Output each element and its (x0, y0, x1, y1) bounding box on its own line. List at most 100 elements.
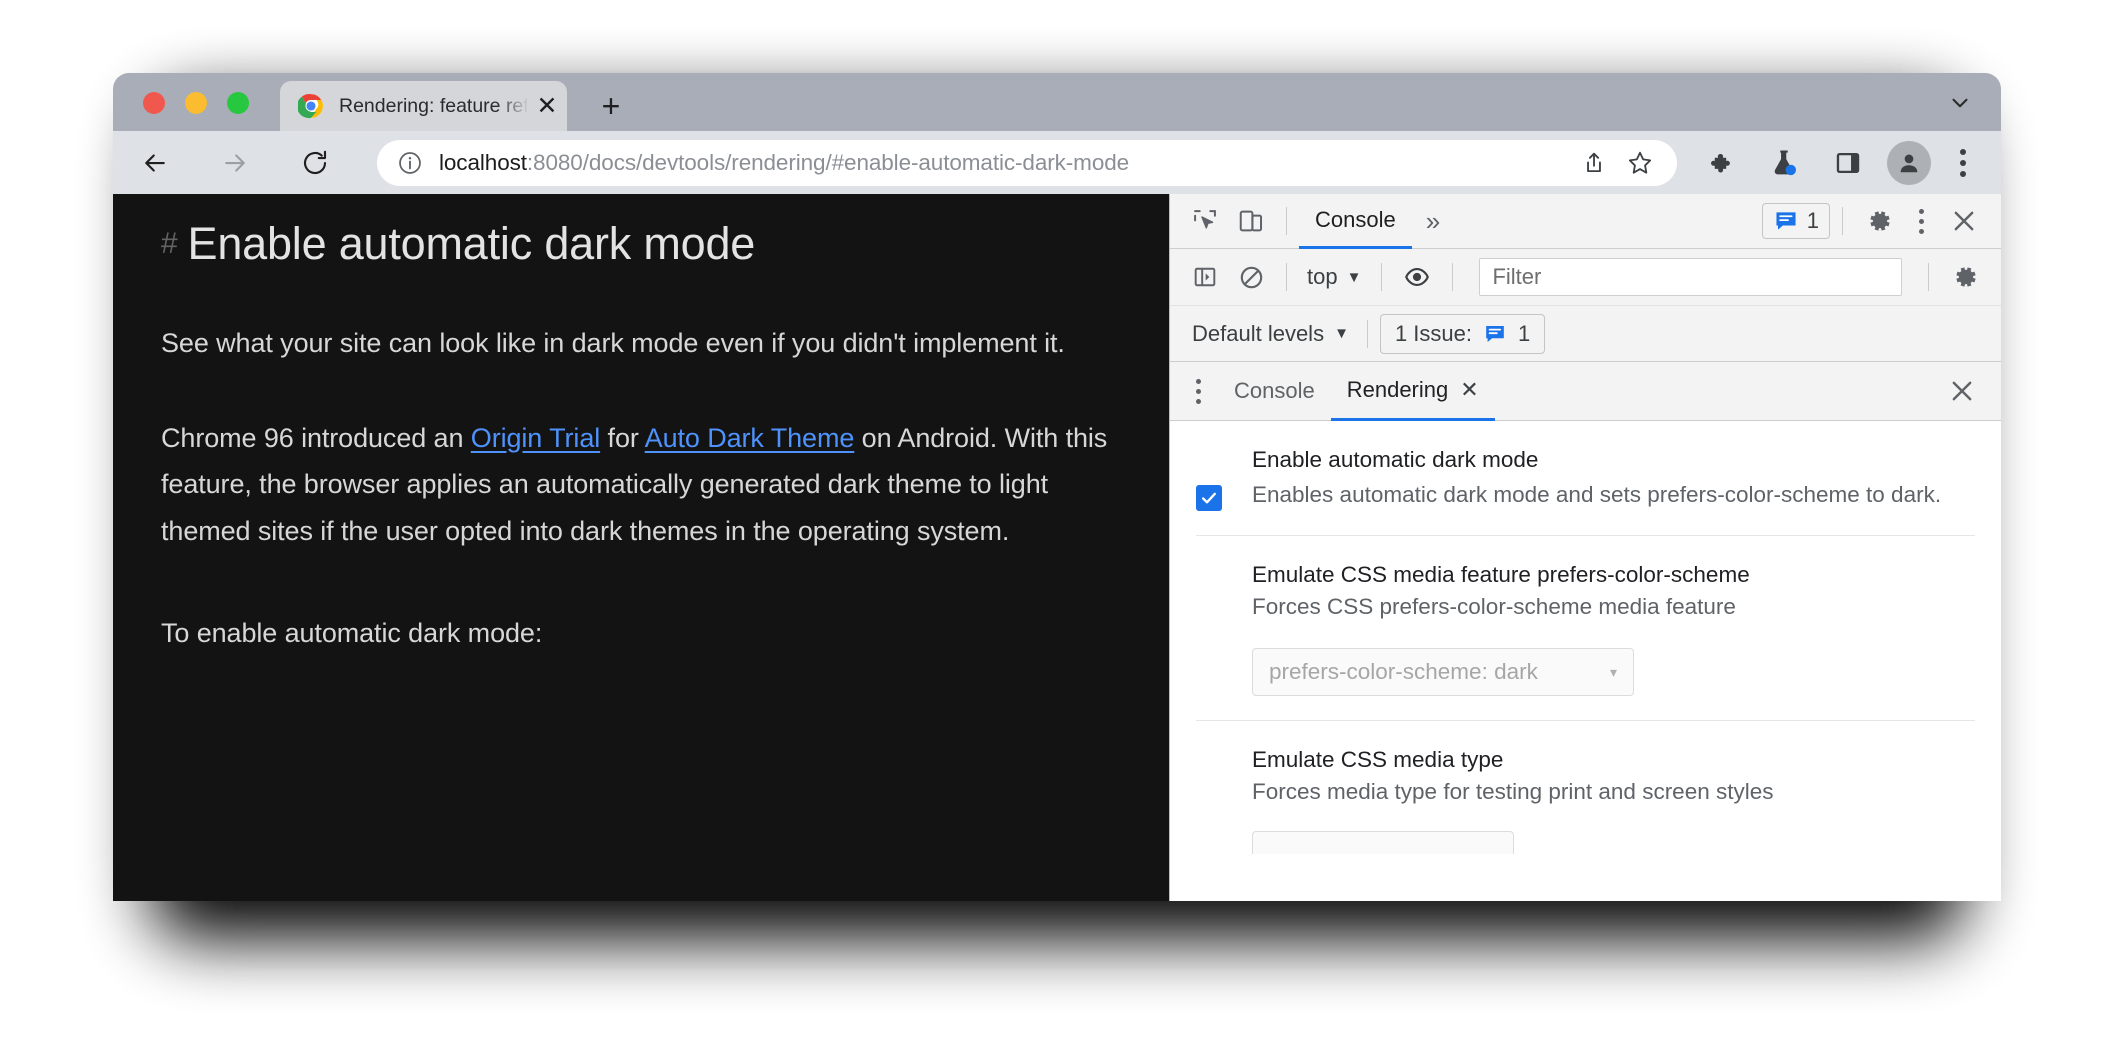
page-title-text: Enable automatic dark mode (187, 218, 756, 269)
new-tab-button[interactable]: + (593, 89, 629, 125)
origin-trial-link[interactable]: Origin Trial (471, 423, 600, 453)
issues-badge[interactable]: 1 (1761, 203, 1830, 239)
page-title: # Enable automatic dark mode (161, 216, 1109, 272)
issues-count: 1 (1806, 208, 1819, 233)
toolbar-divider (1842, 207, 1843, 235)
setting-enable-automatic-dark-mode: Enable automatic dark mode Enables autom… (1196, 421, 1975, 537)
log-levels-value: Default levels (1192, 320, 1325, 346)
device-toolbar-icon[interactable] (1228, 198, 1274, 244)
setting-description: Enables automatic dark mode and sets pre… (1252, 482, 1942, 508)
drawer-tab-rendering[interactable]: Rendering ✕ (1330, 362, 1495, 421)
devtools-menu-button[interactable] (1901, 196, 1941, 246)
star-icon[interactable] (1617, 146, 1663, 180)
execution-context-value: top (1307, 264, 1338, 289)
browser-toolbar: localhost:8080/docs/devtools/rendering/#… (113, 131, 2001, 194)
checkmark-icon (1202, 493, 1216, 504)
dot (1195, 388, 1201, 394)
devtools-panel: Console » 1 top ▼ Filter Default levels … (1169, 194, 2001, 901)
toolbar-divider (1286, 207, 1287, 235)
css-media-type-select[interactable] (1252, 831, 1514, 855)
console-levels-bar: Default levels ▼ 1 Issue: 1 (1170, 306, 2001, 362)
setting-emulate-prefers-color-scheme: Emulate CSS media feature prefers-color-… (1196, 536, 1975, 722)
close-devtools-button[interactable] (1941, 198, 1987, 244)
drawer-tabbar: Console Rendering ✕ (1170, 362, 2001, 421)
issue-message-icon (1776, 212, 1796, 230)
dot (1918, 228, 1924, 234)
clear-console-icon[interactable] (1228, 254, 1274, 300)
issue-counter-button[interactable]: 1 Issue: 1 (1379, 313, 1546, 354)
live-expression-eye-icon[interactable] (1394, 254, 1440, 300)
close-window-button[interactable] (143, 92, 165, 114)
setting-title: Enable automatic dark mode (1252, 447, 1539, 472)
console-filter-placeholder: Filter (1492, 264, 1542, 289)
drawer-tab-console[interactable]: Console (1218, 362, 1331, 421)
gear-icon[interactable] (1855, 198, 1901, 244)
tab-console[interactable]: Console (1299, 194, 1412, 249)
drawer-tab-rendering-label: Rendering (1346, 376, 1449, 402)
drawer-tab-console-label: Console (1234, 378, 1315, 403)
close-rendering-tab-button[interactable]: ✕ (1460, 377, 1478, 403)
dot (1960, 159, 1966, 166)
setting-body: Enables automatic dark mode and sets pre… (1196, 479, 1975, 512)
puzzle-piece-icon[interactable] (1695, 138, 1745, 188)
drawer-menu-button[interactable] (1178, 366, 1218, 416)
info-circle-icon[interactable] (397, 150, 423, 176)
traffic-lights (143, 92, 249, 114)
rendering-panel: Enable automatic dark mode Enables autom… (1170, 421, 2001, 901)
address-bar[interactable]: localhost:8080/docs/devtools/rendering/#… (377, 139, 1677, 186)
auto-dark-theme-link[interactable]: Auto Dark Theme (645, 423, 855, 453)
dot (1918, 208, 1924, 214)
more-tabs-chevron[interactable]: » (1412, 208, 1454, 234)
chevron-down-icon: ▼ (1346, 268, 1362, 286)
dot (1195, 398, 1201, 404)
enable-automatic-dark-mode-checkbox[interactable] (1196, 485, 1222, 512)
inspect-element-icon[interactable] (1182, 198, 1228, 244)
console-settings-gear-icon[interactable] (1941, 254, 1987, 300)
setting-description: Forces CSS prefers-color-scheme media fe… (1252, 593, 1736, 619)
chevron-down-icon[interactable] (1941, 90, 1979, 116)
console-filter-input[interactable]: Filter (1479, 258, 1902, 296)
forward-arrow-icon[interactable] (209, 137, 261, 189)
heading-anchor-link[interactable]: # (161, 227, 178, 260)
close-drawer-button[interactable] (1939, 368, 1985, 414)
chrome-logo-icon (296, 93, 324, 119)
issue-message-icon (1486, 325, 1504, 342)
execution-context-select[interactable]: top ▼ (1299, 264, 1369, 290)
setting-description: Forces media type for testing print and … (1252, 778, 1774, 804)
log-levels-select[interactable]: Default levels ▼ (1186, 321, 1355, 347)
screenshot-stage: Rendering: feature reference - ✕ + (0, 0, 2114, 1052)
address-bar-url: localhost:8080/docs/devtools/rendering/#… (439, 150, 1571, 176)
browser-tab[interactable]: Rendering: feature reference - ✕ (280, 81, 567, 131)
para2-before: Chrome 96 introduced an (161, 422, 471, 453)
profile-avatar[interactable] (1887, 140, 1931, 185)
page-paragraph-1: See what your site can look like in dark… (161, 328, 1065, 359)
page-paragraph-3: To enable automatic dark mode: (161, 618, 543, 648)
console-sidebar-icon[interactable] (1182, 254, 1228, 300)
reload-icon[interactable] (289, 137, 341, 189)
browser-tab-title: Rendering: feature reference - (339, 94, 527, 117)
chevron-down-icon: ▼ (1334, 325, 1349, 342)
dot (1918, 218, 1924, 224)
browser-menu-button[interactable] (1941, 138, 1985, 188)
chevron-down-icon: ▾ (1609, 663, 1617, 680)
para2-between: for (600, 422, 645, 453)
toolbar-divider (1366, 319, 1368, 348)
dot (1960, 170, 1966, 177)
toolbar-divider (1381, 263, 1383, 291)
browser-window: Rendering: feature reference - ✕ + (113, 73, 2001, 901)
minimize-window-button[interactable] (185, 92, 207, 114)
console-toolbar: top ▼ Filter (1170, 249, 2001, 306)
toolbar-divider (1928, 263, 1929, 291)
flask-icon[interactable] (1759, 138, 1809, 188)
prefers-color-scheme-select[interactable]: prefers-color-scheme: dark ▾ (1252, 648, 1634, 697)
maximize-window-button[interactable] (227, 92, 249, 114)
setting-title: Emulate CSS media feature prefers-color-… (1252, 562, 1750, 588)
share-icon[interactable] (1571, 146, 1617, 180)
address-bar-path: :8080/docs/devtools/rendering/#enable-au… (526, 149, 1130, 175)
side-panel-icon[interactable] (1823, 138, 1873, 188)
page-paragraph-2: Chrome 96 introduced an Origin Trial for… (161, 415, 1109, 554)
close-tab-button[interactable]: ✕ (527, 93, 567, 119)
dot (1960, 148, 1966, 155)
browser-titlebar: Rendering: feature reference - ✕ + (113, 73, 2001, 131)
back-arrow-icon[interactable] (129, 137, 181, 189)
